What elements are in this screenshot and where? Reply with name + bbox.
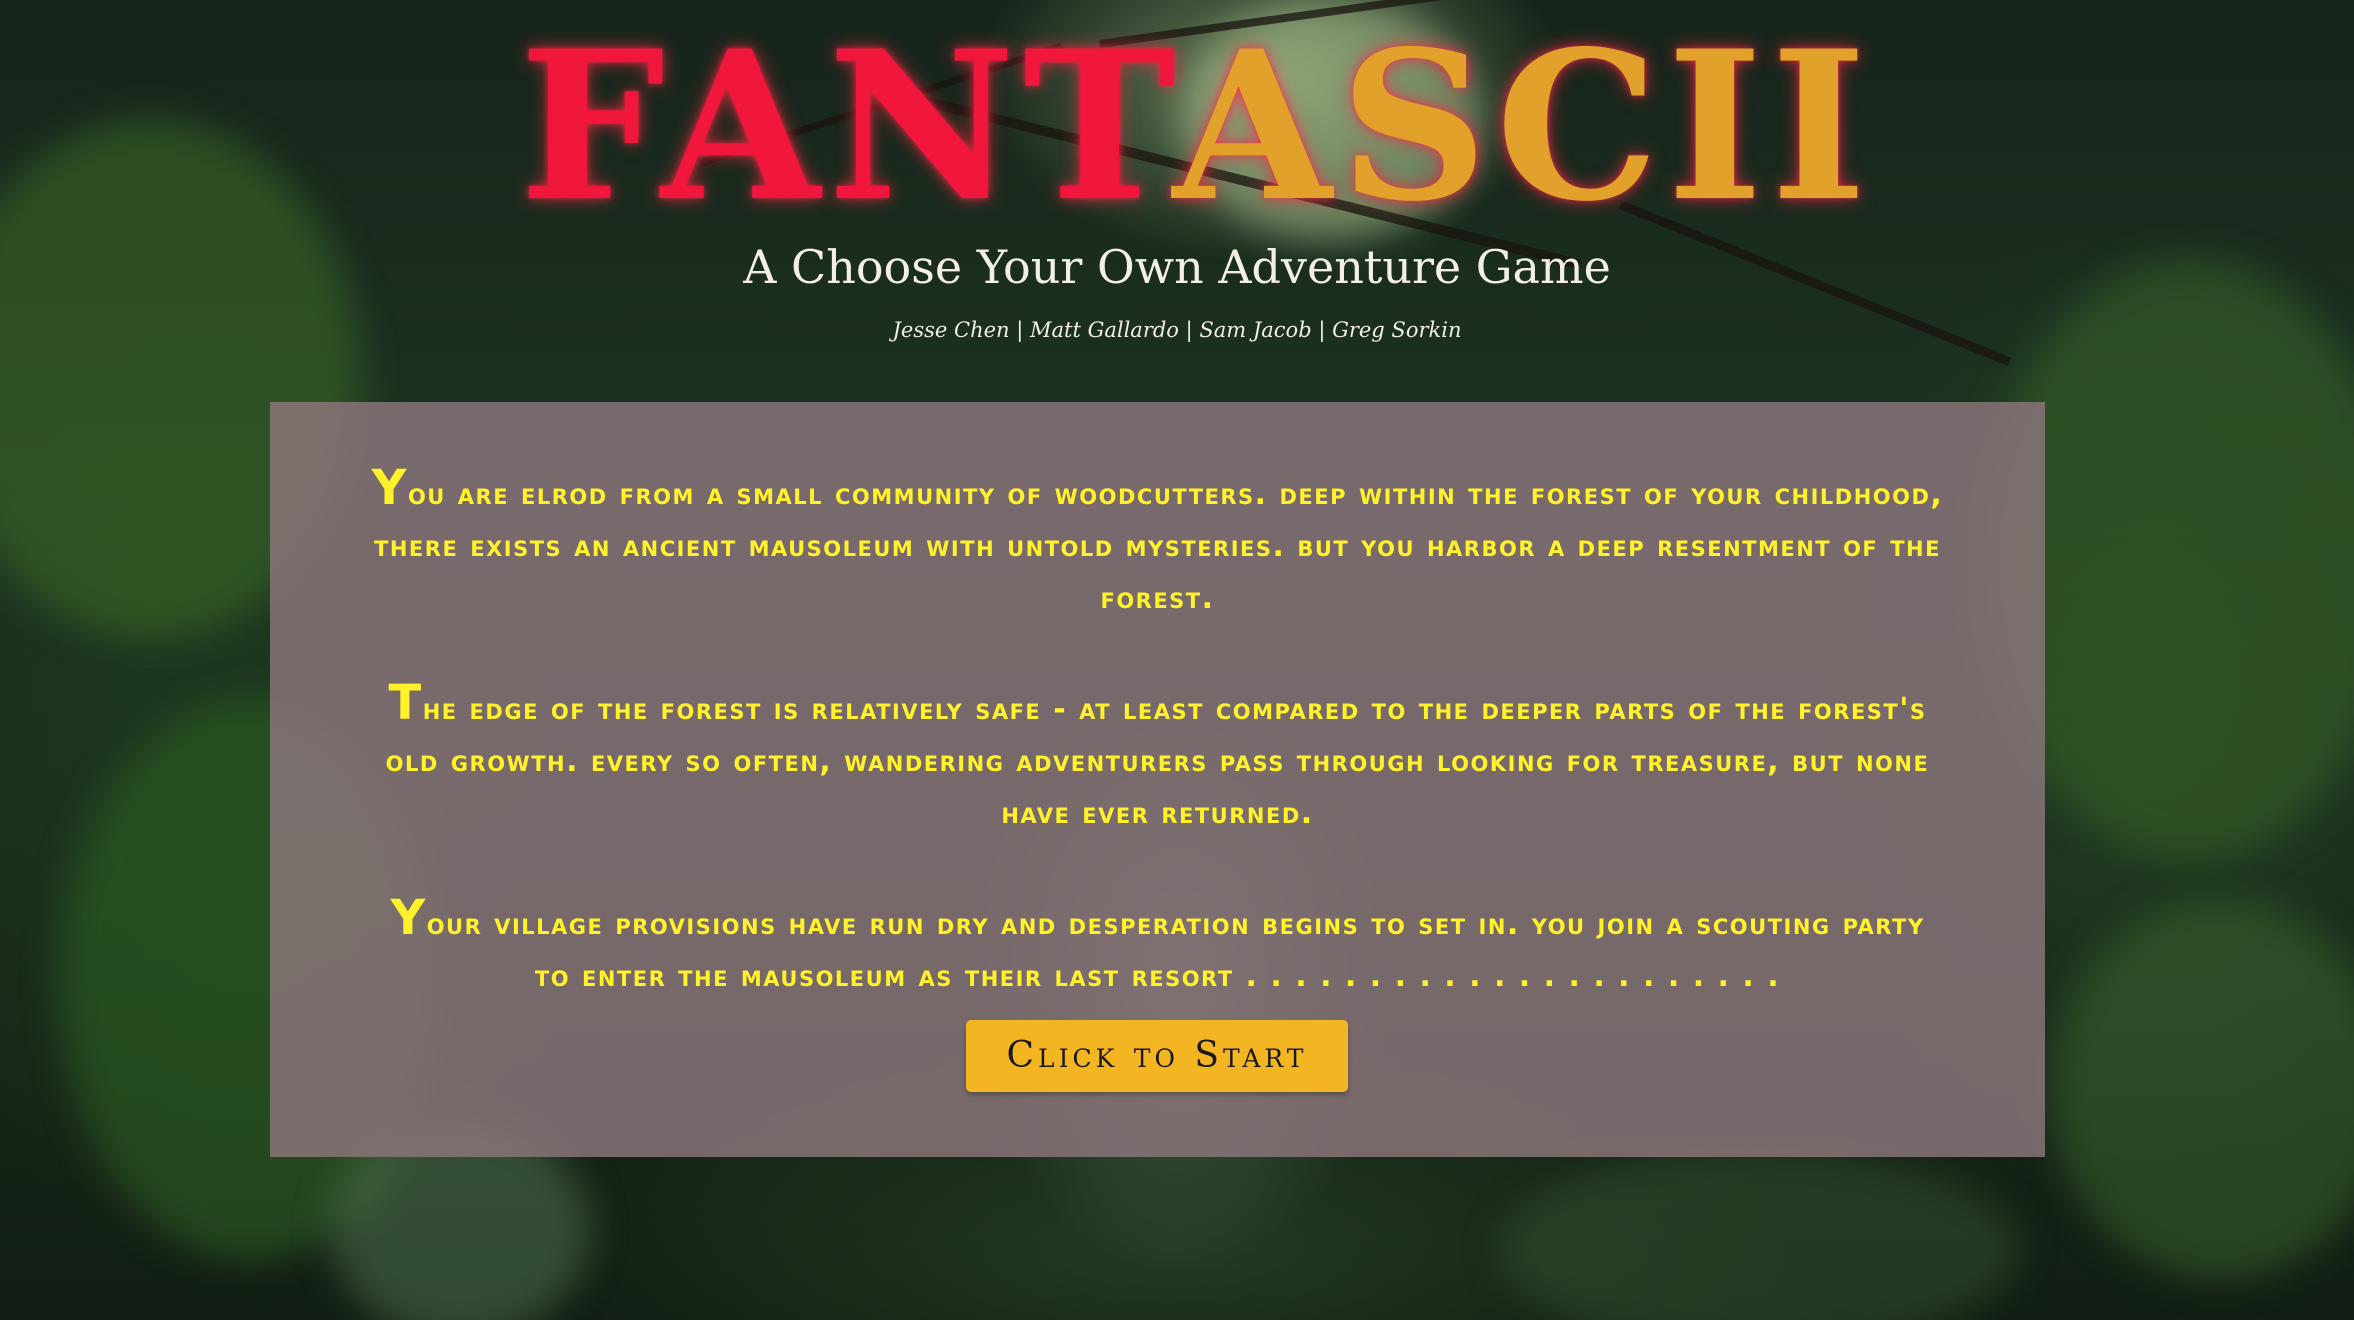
story-text: You are Elrod from a small community of … [370,460,1945,1055]
title-part-fant: FANT [519,7,1173,247]
author-credits: Jesse Chen | Matt Gallardo | Sam Jacob |… [892,318,1462,342]
title-part-ascii: ASCII [1172,7,1875,247]
story-panel: You are Elrod from a small community of … [270,402,2045,1157]
story-paragraph-2: The edge of the forest is relatively saf… [385,675,1930,831]
story-paragraph-3: Your village provisions have run dry and… [390,890,1925,994]
game-subtitle: A Choose Your Own Adventure Game [0,240,2354,294]
start-button[interactable]: Click to Start [966,1020,1348,1092]
subtitle-text: A Choose Your Own Adventure Game [743,240,1611,294]
game-title: FANTASCII [0,22,2354,232]
story-paragraph-1: You are Elrod from a small community of … [371,460,1944,616]
